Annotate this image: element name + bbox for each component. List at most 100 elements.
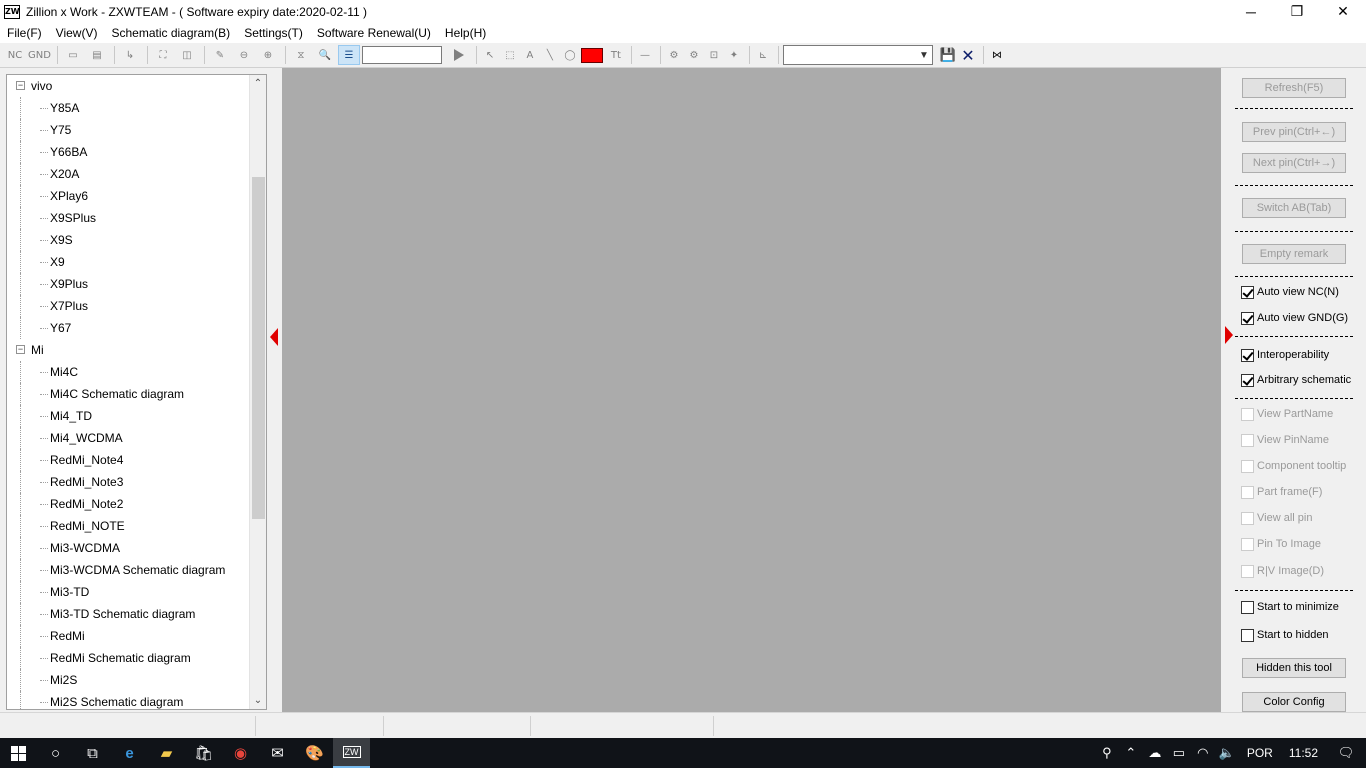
checkbox-icon[interactable] xyxy=(1241,485,1254,499)
edit-icon[interactable]: ✎ xyxy=(209,45,231,65)
checkbox-icon[interactable] xyxy=(1241,564,1254,578)
collapse-toggle-icon[interactable]: − xyxy=(16,345,25,354)
tree-item[interactable]: X7Plus xyxy=(7,295,266,317)
gnd-button[interactable]: GND xyxy=(28,45,51,65)
tree-item[interactable]: Mi2S xyxy=(7,669,266,691)
tree-node-group[interactable]: − vivo xyxy=(7,75,266,97)
hidden-tool-button[interactable]: Hidden this tool xyxy=(1242,658,1346,678)
scroll-up-icon[interactable]: ⌃ xyxy=(250,75,266,92)
minimize-button[interactable]: ─ xyxy=(1228,0,1274,23)
collapse-left-icon[interactable] xyxy=(270,328,278,346)
menu-help[interactable]: Help(H) xyxy=(438,23,493,43)
tree-item[interactable]: RedMi_Note4 xyxy=(7,449,266,471)
paint-icon[interactable]: 🎨 xyxy=(296,738,333,768)
menu-settings[interactable]: Settings(T) xyxy=(237,23,310,43)
zoom-in-icon[interactable]: ⊕ xyxy=(257,45,279,65)
next-pin-button[interactable]: Next pin(Ctrl+→) xyxy=(1242,153,1346,173)
tree-item[interactable]: Mi3-TD Schematic diagram xyxy=(7,603,266,625)
search-icon[interactable]: 🔍 xyxy=(314,45,336,65)
tree-item[interactable]: X9 xyxy=(7,251,266,273)
tree-item[interactable]: XPlay6 xyxy=(7,185,266,207)
tree-item[interactable]: Mi3-WCDMA xyxy=(7,537,266,559)
tree-item[interactable]: RedMi_Note3 xyxy=(7,471,266,493)
volume-icon[interactable]: 🔈 xyxy=(1215,745,1239,761)
rv-image-checkbox[interactable]: R|V Image(D) xyxy=(1241,563,1324,579)
part-icon[interactable]: ▭ xyxy=(62,45,84,65)
checkbox-icon[interactable] xyxy=(1241,459,1254,473)
checkbox-checked-icon[interactable] xyxy=(1241,285,1254,299)
font-size-icon[interactable]: Tt xyxy=(607,45,625,65)
arbitrary-schematic-checkbox[interactable]: Arbitrary schematic xyxy=(1241,372,1351,388)
part-frame-checkbox[interactable]: Part frame(F) xyxy=(1241,484,1322,500)
tree-item[interactable]: Y75 xyxy=(7,119,266,141)
checkbox-icon[interactable] xyxy=(1241,407,1254,421)
keyboard-language[interactable]: POR xyxy=(1239,746,1281,760)
checkbox-icon[interactable] xyxy=(1241,537,1254,551)
scroll-down-icon[interactable]: ⌄ xyxy=(250,692,266,709)
delete-icon[interactable]: ✕ xyxy=(959,45,977,65)
shape-tool-icon[interactable]: ◯ xyxy=(561,45,579,65)
scroll-thumb[interactable] xyxy=(252,177,265,519)
component-tooltip-checkbox[interactable]: Component tooltip xyxy=(1241,458,1346,474)
color-config-button[interactable]: Color Config xyxy=(1242,692,1346,712)
checkbox-icon[interactable] xyxy=(1241,511,1254,525)
tree-node-group[interactable]: − Mi xyxy=(7,339,266,361)
tree-scrollbar[interactable]: ⌃ ⌄ xyxy=(249,75,266,709)
mail-icon[interactable]: ✉ xyxy=(259,738,296,768)
tree-item[interactable]: X20A xyxy=(7,163,266,185)
schematic-canvas[interactable] xyxy=(282,68,1221,712)
task-view-icon[interactable]: ⧉ xyxy=(74,738,111,768)
tree-item[interactable]: X9S xyxy=(7,229,266,251)
tree-item[interactable]: Mi3-WCDMA Schematic diagram xyxy=(7,559,266,581)
onedrive-cloud-icon[interactable]: ☁ xyxy=(1143,745,1167,761)
image-edit-icon[interactable]: ⚙ xyxy=(685,45,703,65)
chrome-icon[interactable]: ◉ xyxy=(222,738,259,768)
search-input[interactable] xyxy=(361,46,442,64)
search-circle-icon[interactable]: ○ xyxy=(37,738,74,768)
fit-icon[interactable]: ⛶ xyxy=(152,45,174,65)
maximize-button[interactable]: ❐ xyxy=(1274,0,1320,23)
layer-combo[interactable]: ▼ xyxy=(782,45,933,65)
zoom-out-icon[interactable]: ⊖ xyxy=(233,45,255,65)
menu-view[interactable]: View(V) xyxy=(49,23,105,43)
save-icon[interactable]: 💾 xyxy=(939,45,957,65)
layout-icon[interactable]: ◫ xyxy=(176,45,198,65)
collapse-toggle-icon[interactable]: − xyxy=(16,81,25,90)
tree-item[interactable]: Mi4_WCDMA xyxy=(7,427,266,449)
start-hidden-checkbox[interactable]: Start to hidden xyxy=(1241,627,1329,643)
select-area-icon[interactable]: ⬚ xyxy=(501,45,519,65)
pin-to-image-checkbox[interactable]: Pin To Image xyxy=(1241,536,1321,552)
list-icon[interactable]: ☰ xyxy=(337,45,360,65)
refresh-button[interactable]: Refresh(F5) xyxy=(1242,78,1346,98)
tree-item[interactable]: Y67 xyxy=(7,317,266,339)
tree-item[interactable]: RedMi Schematic diagram xyxy=(7,647,266,669)
file-explorer-icon[interactable]: ▰ xyxy=(148,738,185,768)
close-button[interactable]: ✕ xyxy=(1320,0,1366,23)
start-minimize-checkbox[interactable]: Start to minimize xyxy=(1241,599,1339,615)
tree-item[interactable]: RedMi xyxy=(7,625,266,647)
checkbox-checked-icon[interactable] xyxy=(1241,348,1254,362)
tree-item[interactable]: Y85A xyxy=(7,97,266,119)
battery-icon[interactable]: ▭ xyxy=(1167,745,1191,761)
menu-software-renewal[interactable]: Software Renewal(U) xyxy=(310,23,438,43)
start-button[interactable] xyxy=(0,738,37,768)
checkbox-checked-icon[interactable] xyxy=(1241,311,1254,325)
tree-item[interactable]: X9SPlus xyxy=(7,207,266,229)
view-partname-checkbox[interactable]: View PartName xyxy=(1241,406,1333,422)
color-swatch[interactable] xyxy=(580,47,603,63)
chevron-up-icon[interactable]: ⌃ xyxy=(1119,745,1143,761)
zxw-app-taskbar-icon[interactable]: ZW xyxy=(333,738,370,768)
left-splitter[interactable] xyxy=(268,68,282,712)
tree-item[interactable]: RedMi_Note2 xyxy=(7,493,266,515)
collapse-right-icon[interactable] xyxy=(1225,326,1233,344)
tree-item[interactable]: Mi4_TD xyxy=(7,405,266,427)
tree-item[interactable]: Mi4C xyxy=(7,361,266,383)
view-pinname-checkbox[interactable]: View PinName xyxy=(1241,432,1329,448)
network-icon[interactable]: ⋈ xyxy=(988,45,1006,65)
tree-item[interactable]: RedMi_NOTE xyxy=(7,515,266,537)
tree-item[interactable]: Mi2S Schematic diagram xyxy=(7,691,266,709)
tree-item[interactable]: Y66BA xyxy=(7,141,266,163)
line-width-icon[interactable]: — xyxy=(636,45,654,65)
wifi-icon[interactable]: ◠ xyxy=(1191,745,1215,761)
board-icon[interactable]: ▤ xyxy=(86,45,108,65)
